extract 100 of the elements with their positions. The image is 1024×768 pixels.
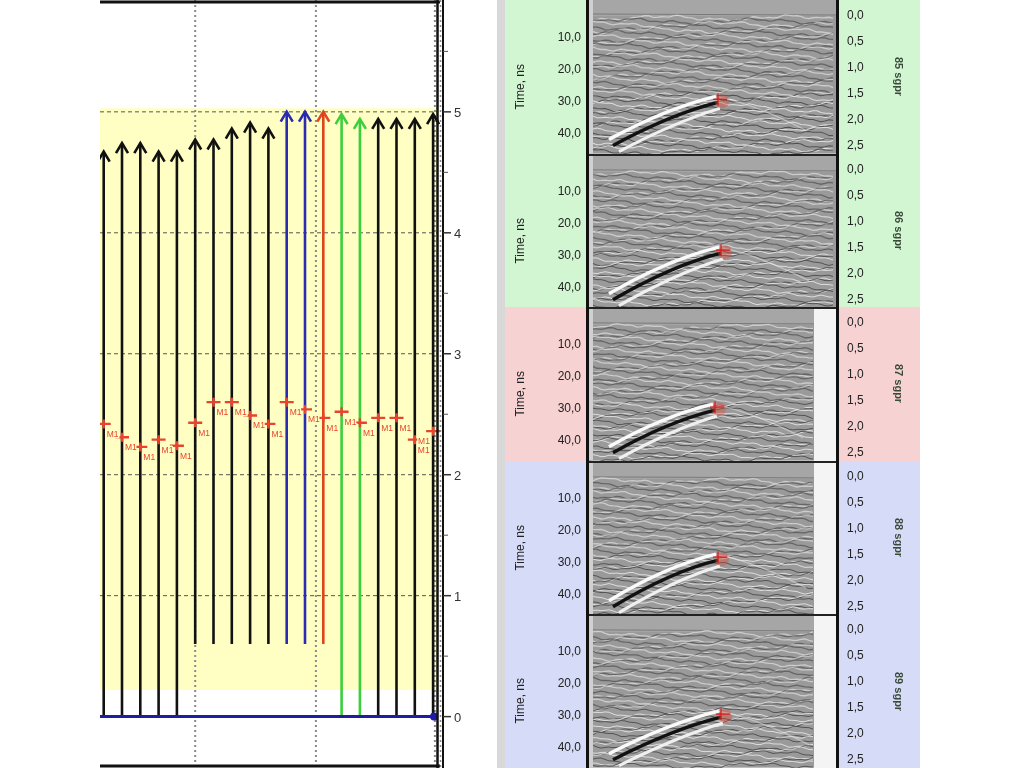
axis-tick-label: 2 <box>454 467 462 483</box>
marker-label: M1 <box>125 442 137 453</box>
point <box>407 117 423 131</box>
axis-tick-label: 1,0 <box>847 61 865 74</box>
marker-label: M1 <box>326 422 339 433</box>
axis-tick-label: 40,0 <box>557 586 581 601</box>
axis-tick-label: 1,5 <box>847 394 865 408</box>
axis-tick-label: 2,5 <box>847 599 865 613</box>
axis-tick-label: 20,0 <box>557 215 581 230</box>
axis-tick-label: 2,0 <box>847 573 865 587</box>
axis-tick-label: 1,0 <box>847 214 865 228</box>
marker-label: M1 <box>179 450 192 461</box>
axis-tick-label: 1,0 <box>847 521 865 535</box>
axis-tick-label: 1,5 <box>847 87 865 100</box>
axis-tick-label: 0,5 <box>847 188 865 202</box>
axis-tick-label: 0,0 <box>847 469 865 483</box>
axis-tick-label: 0,0 <box>847 316 865 330</box>
axis-tick-label: 20,0 <box>557 369 581 384</box>
axis-tick-label: 2,0 <box>847 420 865 434</box>
axis-tick-label: 10,0 <box>557 30 581 44</box>
profile-label: 85 sgpr <box>891 57 905 97</box>
marker-label: M1 <box>344 416 357 427</box>
axis-tick-label: 2,5 <box>847 446 865 460</box>
point <box>114 141 130 155</box>
marker-label: M1 <box>271 428 284 439</box>
point <box>334 112 349 126</box>
axis-title: Time, ns <box>513 678 527 724</box>
point <box>297 110 313 123</box>
axis-tick-label: 40,0 <box>557 279 581 294</box>
axis-tick-label: 4 <box>454 225 462 241</box>
axis-tick-label: 0 <box>454 709 462 725</box>
axis-tick-label: 2,0 <box>847 727 865 741</box>
axis-tick-label: 1,0 <box>847 675 865 689</box>
axis-tick-label: 0,5 <box>847 35 865 48</box>
point <box>370 117 386 131</box>
marker-label: M1 <box>417 444 430 455</box>
axis-tick-label: 0,5 <box>847 649 865 663</box>
point <box>279 110 294 123</box>
axis-tick-label: 40,0 <box>557 740 581 755</box>
axis-title: Time, ns <box>513 64 527 110</box>
axis-tick-label: 10,0 <box>557 337 581 352</box>
axis-title: Time, ns <box>513 371 527 417</box>
axis-tick-label: 10,0 <box>557 490 581 505</box>
pane-splitter[interactable] <box>497 0 505 768</box>
marker-label: M1 <box>289 407 302 418</box>
axis-tick-label: 40,0 <box>557 126 581 140</box>
axis-tick-label: 30,0 <box>557 401 581 416</box>
axis-tick-label: 0,0 <box>847 9 865 22</box>
marker-label: M1 <box>161 444 174 455</box>
point <box>224 127 240 140</box>
axis-tick-label: 20,0 <box>557 62 581 76</box>
axis-tick-label: 30,0 <box>557 554 581 569</box>
point <box>169 150 185 163</box>
axis-tick-label: 3 <box>454 346 462 362</box>
marker-label: M1 <box>399 422 412 433</box>
point <box>261 127 276 140</box>
axis-tick-label: 5 <box>454 104 462 120</box>
axis-tick-label: 20,0 <box>557 676 581 691</box>
axis-tick-label: 10,0 <box>557 183 581 198</box>
marker-label: M1 <box>418 436 430 447</box>
end-dot-icon <box>430 712 438 721</box>
profile-label: 89 sgpr <box>891 671 905 711</box>
axis-title: Time, ns <box>513 217 527 264</box>
marker-label: M1 <box>362 427 375 438</box>
axis-tick-label: 1 <box>454 588 462 604</box>
axis-tick-label: 1,5 <box>847 547 865 561</box>
axis-tick-label: 0,5 <box>847 495 865 509</box>
marker-label: M1 <box>216 407 229 418</box>
axis-tick-label: 20,0 <box>557 522 581 537</box>
point <box>352 117 368 131</box>
profile-label: 88 sgpr <box>891 518 905 558</box>
profile-label: 87 sgpr <box>891 364 905 404</box>
marker-label: M1 <box>198 427 210 438</box>
point <box>389 117 404 131</box>
axis-tick-label: 1,5 <box>847 701 865 715</box>
axis-tick-label: 1,0 <box>847 368 865 382</box>
marker-label: M1 <box>308 414 320 425</box>
marker-label: M1 <box>106 428 119 439</box>
axis-tick-label: 2,0 <box>847 113 865 126</box>
point <box>187 138 203 151</box>
axis-tick-label: 0,0 <box>847 162 865 176</box>
point <box>425 112 441 126</box>
axis-tick-label: 2,5 <box>847 139 865 152</box>
point <box>206 138 221 151</box>
marker-label: M1 <box>143 451 156 462</box>
profile-label: 86 sgpr <box>891 210 905 250</box>
marker-label: M1 <box>234 407 247 418</box>
axis-tick-label: 2,5 <box>847 753 865 767</box>
point <box>242 121 258 134</box>
marker-label: M1 <box>253 420 265 431</box>
axis-title: Time, ns <box>513 524 527 571</box>
axis-tick-label: 30,0 <box>557 247 581 262</box>
axis-tick-label: 2,0 <box>847 266 865 280</box>
axis-tick-label: 40,0 <box>557 433 581 448</box>
marker-label: M1 <box>381 422 393 433</box>
point <box>316 110 331 123</box>
axis-tick-label: 30,0 <box>557 708 581 723</box>
axis-tick-label: 2,5 <box>847 292 865 306</box>
axis-tick-label: 1,5 <box>847 240 865 254</box>
axis-tick-label: 0,5 <box>847 342 865 356</box>
